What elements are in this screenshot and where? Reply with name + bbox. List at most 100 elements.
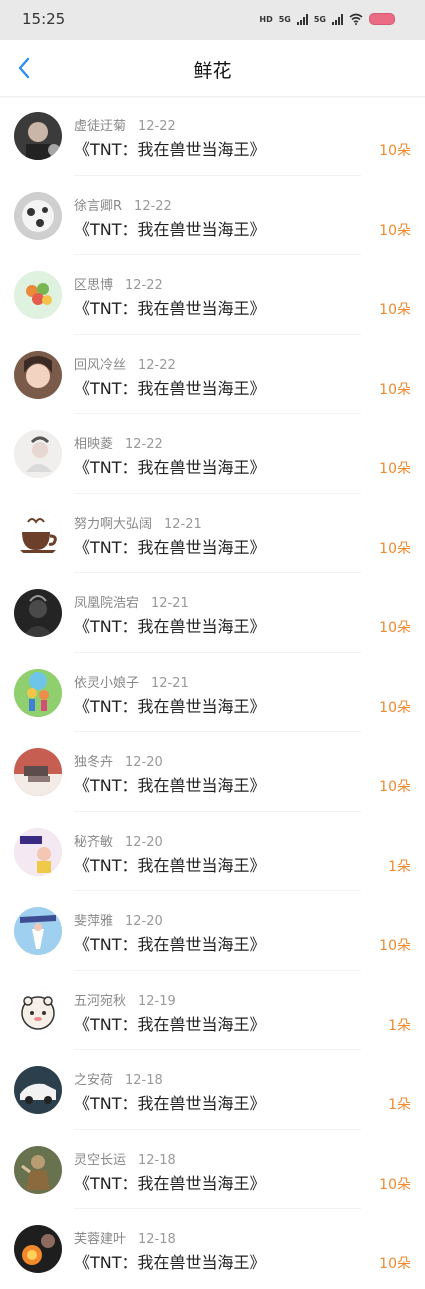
flower-count: 1朵 (388, 858, 411, 875)
user-line: 努力啊大弘阔 12-21 (74, 513, 202, 532)
gift-date: 12-22 (138, 119, 176, 134)
user-line: 虚徒迂菊 12-22 (74, 115, 176, 134)
avatar[interactable] (14, 986, 62, 1035)
user-line: 依灵小娘子 12-21 (74, 672, 189, 691)
flower-count: 10朵 (379, 540, 411, 557)
avatar[interactable] (14, 430, 62, 478)
user-line: 徐言卿R 12-22 (74, 195, 172, 214)
avatar[interactable] (14, 271, 62, 319)
gift-date: 12-20 (125, 834, 163, 850)
page-title: 鲜花 (193, 60, 232, 82)
user-line: 相映菱 12-22 (74, 433, 163, 452)
nav-header: 鲜花 (0, 40, 425, 97)
username: 芙蓉建叶 (74, 1232, 127, 1247)
list-item[interactable]: 之安荷 12-18 《TNT：我在兽世当海王》 1朵 (0, 1050, 425, 1130)
wifi-icon (349, 13, 363, 25)
gift-date: 12-21 (164, 516, 202, 532)
book-title: 《TNT：我在兽世当海王》 (74, 537, 266, 557)
user-line: 芙蓉建叶 12-18 (74, 1228, 176, 1247)
avatar[interactable] (14, 112, 62, 160)
list-item[interactable]: 凤凰院浩宕 12-21 《TNT：我在兽世当海王》 10朵 (0, 573, 425, 653)
list-item[interactable]: 芙蓉建叶 12-18 《TNT：我在兽世当海王》 10朵 (0, 1209, 425, 1289)
avatar[interactable] (14, 907, 62, 955)
list-item[interactable]: 灵空长运 12-18 《TNT：我在兽世当海王》 10朵 (0, 1130, 425, 1209)
signal-5g-1-label: 5G (278, 14, 291, 24)
list-item[interactable]: 努力啊大弘阔 12-21 《TNT：我在兽世当海王》 10朵 (0, 494, 425, 573)
flower-count: 10朵 (379, 779, 411, 795)
flower-count: 10朵 (379, 302, 411, 318)
flower-count: 10朵 (379, 461, 411, 477)
flower-count: 10朵 (379, 1256, 411, 1272)
user-line: 灵空长运 12-18 (74, 1149, 176, 1168)
username: 回风冷丝 (74, 357, 127, 373)
avatar[interactable] (14, 1066, 62, 1114)
list-item[interactable]: 依灵小娘子 12-21 《TNT：我在兽世当海王》 10朵 (0, 653, 425, 732)
list-item[interactable]: 区思博 12-22 《TNT：我在兽世当海王》 10朵 (0, 255, 425, 335)
book-title: 《TNT：我在兽世当海王》 (74, 140, 266, 159)
flower-count: 10朵 (379, 699, 411, 716)
flower-gift-list: 虚徒迂菊 12-22 《TNT：我在兽世当海王》 10朵 徐言卿R 12-22 《T… (0, 96, 425, 1289)
book-title: 《TNT：我在兽世当海王》 (74, 378, 266, 398)
book-title: 《TNT：我在兽世当海王》 (74, 617, 266, 636)
avatar[interactable] (14, 509, 62, 558)
gift-date: 12-21 (151, 675, 189, 691)
list-item[interactable]: 虚徒迂菊 12-22 《TNT：我在兽世当海王》 10朵 (0, 96, 425, 176)
username: 相映菱 (74, 437, 114, 452)
gift-date: 12-19 (138, 993, 176, 1009)
avatar[interactable] (14, 1225, 62, 1273)
flower-count: 10朵 (379, 938, 411, 954)
signal-bars-icon (296, 13, 308, 25)
book-title: 《TNT：我在兽世当海王》 (74, 855, 266, 875)
user-line: 凤凰院浩宕 12-21 (74, 592, 189, 611)
gift-date: 12-18 (138, 1152, 176, 1168)
list-item[interactable]: 徐言卿R 12-22 《TNT：我在兽世当海王》 10朵 (0, 176, 425, 255)
list-item[interactable]: 五河宛秋 12-19 《TNT：我在兽世当海王》 1朵 (0, 971, 425, 1050)
flower-count: 10朵 (379, 1176, 411, 1193)
flower-count: 1朵 (388, 1097, 411, 1113)
username: 努力啊大弘阔 (74, 516, 153, 532)
username: 徐言卿R (74, 198, 123, 214)
username: 秘齐敏 (74, 834, 114, 850)
user-line: 回风冷丝 12-22 (74, 354, 176, 373)
status-time: 15:25 (22, 10, 66, 28)
book-title: 《TNT：我在兽世当海王》 (74, 299, 266, 318)
gift-date: 12-22 (134, 198, 172, 214)
username: 依灵小娘子 (74, 675, 140, 691)
list-item[interactable]: 秘齐敏 12-20 《TNT：我在兽世当海王》 1朵 (0, 812, 425, 891)
avatar[interactable] (14, 191, 62, 240)
username: 虚徒迂菊 (74, 119, 127, 134)
gift-date: 12-18 (138, 1232, 176, 1247)
avatar[interactable] (14, 748, 62, 796)
status-icons: HD 5G 5G (259, 11, 395, 27)
flower-count: 1朵 (388, 1017, 411, 1034)
avatar[interactable] (14, 1145, 62, 1194)
list-item[interactable]: 相映菱 12-22 《TNT：我在兽世当海王》 10朵 (0, 414, 425, 494)
avatar[interactable] (14, 668, 62, 717)
avatar[interactable] (14, 350, 62, 399)
list-item[interactable]: 独冬卉 12-20 《TNT：我在兽世当海王》 10朵 (0, 732, 425, 812)
avatar[interactable] (14, 589, 62, 637)
user-line: 区思博 12-22 (74, 274, 163, 293)
username: 斐萍雅 (74, 914, 114, 929)
flower-count: 10朵 (379, 222, 411, 239)
flower-count: 10朵 (379, 381, 411, 398)
book-title: 《TNT：我在兽世当海王》 (74, 1014, 266, 1034)
user-line: 五河宛秋 12-19 (74, 990, 176, 1009)
book-title: 《TNT：我在兽世当海王》 (74, 1173, 266, 1193)
gift-date: 12-18 (125, 1073, 163, 1088)
username: 灵空长运 (74, 1152, 127, 1168)
list-item[interactable]: 斐萍雅 12-20 《TNT：我在兽世当海王》 10朵 (0, 891, 425, 971)
list-item[interactable]: 回风冷丝 12-22 《TNT：我在兽世当海王》 10朵 (0, 335, 425, 414)
flower-count: 10朵 (379, 620, 411, 636)
book-title: 《TNT：我在兽世当海王》 (74, 458, 266, 477)
hd-label: HD (259, 14, 273, 24)
gift-date: 12-22 (125, 437, 163, 452)
gift-date: 12-20 (125, 755, 163, 770)
avatar[interactable] (14, 827, 62, 876)
username: 区思博 (74, 278, 114, 293)
gift-date: 12-21 (151, 596, 189, 611)
user-line: 斐萍雅 12-20 (74, 910, 163, 929)
signal-5g-2-label: 5G (313, 14, 326, 24)
gift-date: 12-22 (138, 357, 176, 373)
book-title: 《TNT：我在兽世当海王》 (74, 1253, 266, 1272)
